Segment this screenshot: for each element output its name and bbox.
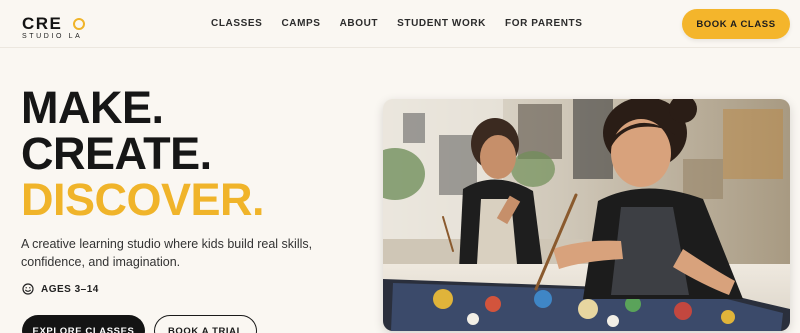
nav-item-for-parents[interactable]: FOR PARENTS (505, 18, 583, 30)
hero-photo (383, 99, 790, 331)
nav-item-classes[interactable]: CLASSES (211, 18, 262, 30)
book-a-trial-button[interactable]: BOOK A TRIAL (154, 315, 257, 333)
book-a-class-button[interactable]: BOOK A CLASS (682, 9, 790, 39)
headline-line-create: CREATE. (21, 128, 212, 179)
logo-wordmark: CRE (22, 14, 63, 33)
headline-line-discover: DISCOVER. (21, 174, 265, 225)
nav-item-camps[interactable]: CAMPS (281, 18, 320, 30)
smiley-icon (22, 283, 34, 295)
hero-description: A creative learning studio where kids bu… (21, 237, 313, 269)
nav-item-about[interactable]: ABOUT (340, 18, 379, 30)
main-nav: CLASSES CAMPS ABOUT STUDENT WORK FOR PAR… (211, 18, 583, 30)
brand-logo[interactable]: CRE STUDIO LA (22, 14, 102, 42)
ages-badge: AGES 3–14 (22, 283, 99, 295)
headline-line-make: MAKE. (21, 82, 164, 133)
logo-subtitle: STUDIO LA (22, 33, 83, 40)
kids-painting-illustration (383, 99, 790, 331)
explore-classes-button[interactable]: EXPLORE CLASSES (22, 315, 145, 333)
logo-ring-icon (73, 18, 85, 30)
ages-label: AGES 3–14 (41, 283, 99, 295)
nav-item-student-work[interactable]: STUDENT WORK (397, 18, 486, 30)
hero-headline: MAKE. CREATE. DISCOVER. (21, 82, 265, 225)
site-header: CRE STUDIO LA CLASSES CAMPS ABOUT STUDEN… (0, 0, 800, 48)
